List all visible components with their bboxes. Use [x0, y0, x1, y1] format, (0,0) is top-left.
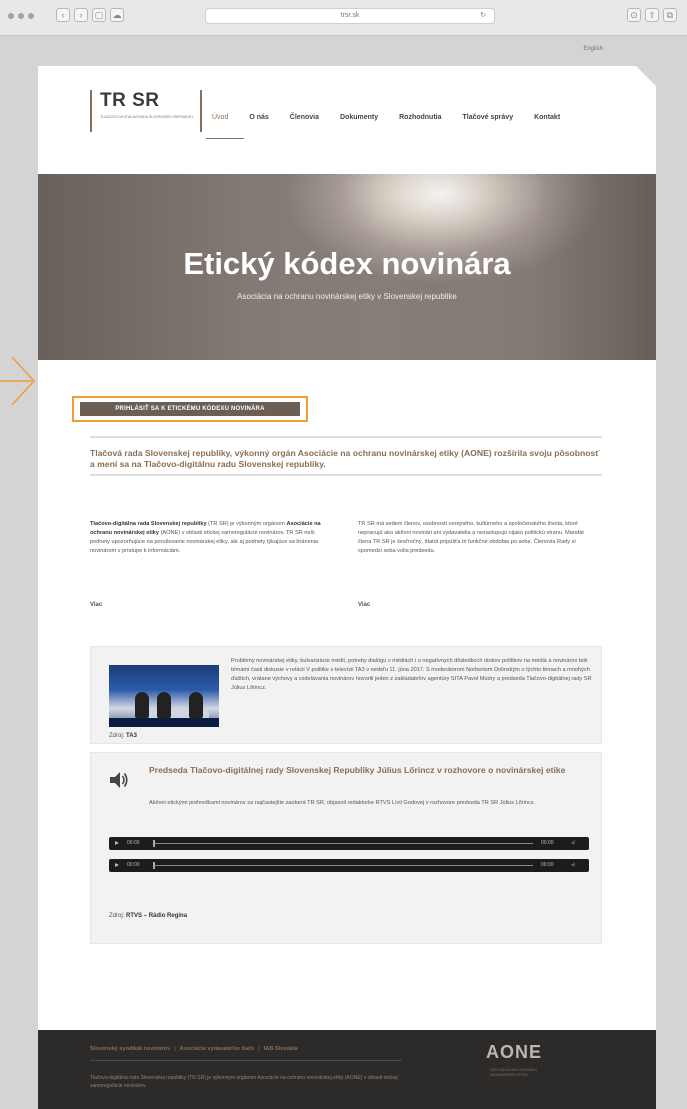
- nav-item-clenovia[interactable]: Členovia: [290, 114, 319, 121]
- reload-icon[interactable]: ↻: [480, 9, 486, 23]
- nav-item-rozhodnutia[interactable]: Rozhodnutia: [399, 114, 441, 121]
- video-description: Problémy novinárskej etiky, bulvarizácie…: [231, 658, 592, 691]
- nav-item-kontakt[interactable]: Kontakt: [534, 114, 560, 121]
- share-icon[interactable]: ⇧: [645, 8, 659, 22]
- hero-subtitle: Asociácia na ochranu novinárskej etiky v…: [237, 292, 457, 301]
- audio-source-name: RTVS – Rádio Regina: [126, 913, 188, 919]
- progress-track[interactable]: [153, 843, 533, 844]
- video-source: Zdroj: TA3: [109, 733, 137, 739]
- nav-item-uvod[interactable]: Úvod: [205, 114, 245, 139]
- cta-highlight-box: PRIHLÁSIŤ SA K ETICKÉMU KÓDEXU NOVINÁRA: [72, 396, 308, 422]
- current-time: 00:00: [127, 862, 140, 868]
- speaker-icon: [110, 772, 128, 788]
- cloud-icon[interactable]: ☁: [110, 8, 124, 22]
- audio-title: Predseda Tlačovo-digitálnej rady Slovens…: [149, 765, 566, 775]
- progress-handle[interactable]: [153, 840, 155, 847]
- page-container: TR SR Tlačovo-digitálna rada Slovenskej …: [38, 66, 656, 1109]
- tv-caption-bar: [109, 718, 219, 727]
- window-controls[interactable]: [8, 13, 34, 19]
- logo-title: TR SR: [100, 90, 160, 111]
- volume-icon[interactable]: ◂): [571, 840, 575, 846]
- person-figure: [157, 692, 171, 718]
- footer-text: Tlačovo-digitálna rada Slovenskej republ…: [90, 1075, 398, 1089]
- about-column-right: TR SR má sedem členov, osobností verejné…: [358, 520, 594, 556]
- aone-logo-subtitle: Asociácia na ochranu novinárskej etiky: [490, 1068, 537, 1077]
- nav-item-tlacove-spravy[interactable]: Tlačové správy: [463, 114, 514, 121]
- lead-text: Tlačová rada Slovenskej republiky, výkon…: [90, 448, 600, 469]
- footer-separator: |: [174, 1046, 176, 1052]
- divider: [90, 436, 602, 438]
- footer-link-ssn[interactable]: Slovenský syndikát novinárov: [90, 1046, 170, 1052]
- address-bar[interactable]: trsr.sk ↻: [205, 8, 495, 24]
- minimize-window-icon[interactable]: [18, 13, 24, 19]
- person-figure: [189, 692, 203, 718]
- audio-player[interactable]: 00:00 00:00 ◂): [109, 837, 589, 850]
- audio-player[interactable]: 00:00 00:00 ◂): [109, 859, 589, 872]
- zoom-window-icon[interactable]: [28, 13, 34, 19]
- duration-time: 00:00: [541, 840, 554, 846]
- more-link-left[interactable]: Viac: [90, 602, 102, 608]
- progress-handle[interactable]: [153, 862, 155, 869]
- join-code-button[interactable]: PRIHLÁSIŤ SA K ETICKÉMU KÓDEXU NOVINÁRA: [80, 402, 300, 416]
- main-nav: Úvod O nás Členovia Dokumenty Rozhodnuti…: [205, 114, 581, 139]
- volume-icon[interactable]: ◂): [571, 862, 575, 868]
- audio-section: Predseda Tlačovo-digitálnej rady Slovens…: [90, 752, 602, 944]
- about-column-left: Tlačovo-digitálna rada Slovenskej republ…: [90, 520, 326, 556]
- nav-item-dokumenty[interactable]: Dokumenty: [340, 114, 378, 121]
- browser-toolbar: ‹ › ▢ ☁ trsr.sk ↻ ⊙ ⇧ ⧉: [0, 0, 687, 36]
- footer-divider: [90, 1060, 402, 1061]
- language-link[interactable]: English: [583, 46, 603, 52]
- audio-description: Aktívni etickými prehreškami novinárov s…: [149, 800, 536, 806]
- page-corner: [636, 66, 656, 86]
- forward-icon[interactable]: ›: [74, 8, 88, 22]
- video-source-label: Zdroj:: [109, 733, 127, 739]
- download-icon[interactable]: ⊙: [627, 8, 641, 22]
- person-figure: [135, 692, 149, 718]
- back-icon[interactable]: ‹: [56, 8, 70, 22]
- duration-time: 00:00: [541, 862, 554, 868]
- footer-link-iab[interactable]: IAB Slovakia: [264, 1046, 298, 1052]
- about-text-1: (TR SR) je výkonným orgánom: [206, 521, 287, 527]
- tabs-icon[interactable]: ⧉: [663, 8, 677, 22]
- about-strong-1: Tlačovo-digitálna rada Slovenskej republ…: [90, 521, 207, 527]
- close-window-icon[interactable]: [8, 13, 14, 19]
- page-viewport: English TR SR Tlačovo-digitálna rada Slo…: [0, 36, 687, 1109]
- aone-logo[interactable]: AONE: [486, 1042, 542, 1063]
- highlight-arrow-icon: [0, 356, 36, 406]
- more-link-right[interactable]: Viac: [358, 602, 370, 608]
- url-text: trsr.sk: [340, 12, 360, 19]
- footer-separator: |: [258, 1046, 260, 1052]
- site-footer: Slovenský syndikát novinárov | Asociácia v…: [38, 1030, 656, 1109]
- footer-link-avt[interactable]: Asociácia vydavateľov tlače: [180, 1046, 255, 1052]
- play-icon[interactable]: [115, 863, 119, 867]
- divider: [90, 474, 602, 476]
- progress-track[interactable]: [153, 865, 533, 866]
- video-source-name: TA3: [126, 733, 137, 739]
- logo-subtitle: Tlačovo-digitálna rada Slovenskej republ…: [100, 115, 194, 119]
- video-section: Problémy novinárskej etiky, bulvarizácie…: [90, 646, 602, 744]
- footer-links: Slovenský syndikát novinárov | Asociácia v…: [90, 1046, 298, 1052]
- members-text: TR SR má sedem členov, osobností verejné…: [358, 521, 584, 554]
- hero-banner: Etický kódex novinára Asociácia na ochra…: [38, 174, 656, 360]
- sidebar-icon[interactable]: ▢: [92, 8, 106, 22]
- site-logo[interactable]: TR SR Tlačovo-digitálna rada Slovenskej …: [90, 90, 202, 132]
- audio-source: Zdroj: RTVS – Rádio Regina: [109, 913, 187, 919]
- audio-source-label: Zdroj:: [109, 913, 127, 919]
- hero-title: Etický kódex novinára: [183, 246, 511, 281]
- nav-item-o-nas[interactable]: O nás: [249, 114, 268, 121]
- play-icon[interactable]: [115, 841, 119, 845]
- video-thumbnail[interactable]: [109, 665, 219, 727]
- current-time: 00:00: [127, 840, 140, 846]
